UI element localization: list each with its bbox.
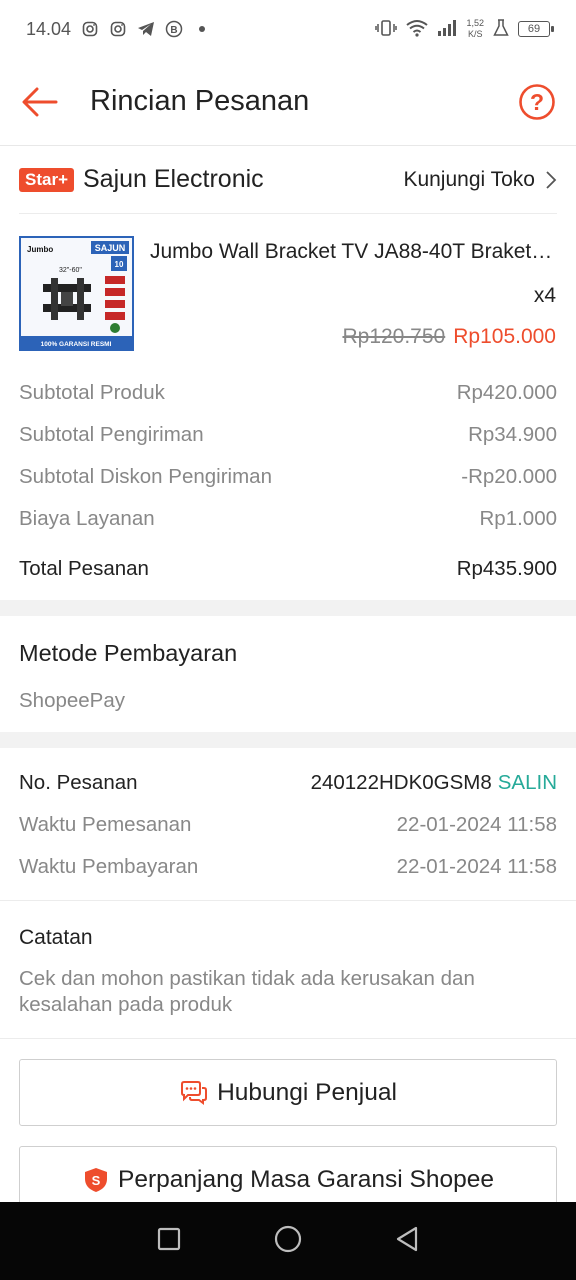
order-number-row: No. Pesanan 240122HDK0GSM8 SALIN bbox=[19, 762, 557, 804]
product-name: Jumbo Wall Bracket TV JA88-40T Braket Di… bbox=[150, 240, 556, 263]
instagram-icon bbox=[109, 20, 127, 38]
payment-method-title: Metode Pembayaran bbox=[19, 640, 238, 666]
home-button[interactable] bbox=[273, 1224, 303, 1259]
wifi-icon bbox=[406, 19, 429, 40]
summary-value: Rp1.000 bbox=[479, 507, 557, 530]
status-time: 14.04 bbox=[26, 18, 72, 39]
shop-header: Star+ Sajun Electronic Kunjungi Toko bbox=[19, 146, 557, 214]
section-separator bbox=[0, 732, 576, 748]
shop-name: Sajun Electronic bbox=[83, 165, 264, 193]
dot-icon bbox=[193, 20, 211, 38]
discounted-price: Rp105.000 bbox=[453, 325, 556, 348]
payment-method-value: ShopeePay bbox=[19, 689, 126, 712]
total-label: Total Pesanan bbox=[19, 557, 149, 580]
notes-text: Cek dan mohon pastikan tidak ada kerusak… bbox=[19, 967, 475, 1016]
chevron-right-icon bbox=[546, 170, 557, 189]
network-speed: 1,52 K/S bbox=[466, 18, 484, 40]
b-circle-icon: B bbox=[165, 20, 183, 38]
telegram-icon bbox=[137, 20, 155, 38]
summary-row: Biaya Layanan Rp1.000 bbox=[19, 498, 557, 540]
recents-button[interactable] bbox=[156, 1226, 182, 1257]
total-row: Total Pesanan Rp435.900 bbox=[19, 548, 557, 590]
system-navigation-bar bbox=[0, 1202, 576, 1280]
order-time-value: 22-01-2024 11:58 bbox=[396, 813, 557, 836]
extend-warranty-label: Perpanjang Masa Garansi Shopee bbox=[118, 1165, 494, 1193]
order-number-label: No. Pesanan bbox=[19, 771, 138, 794]
summary-row: Subtotal Produk Rp420.000 bbox=[19, 372, 557, 414]
circle-icon bbox=[274, 1225, 302, 1252]
original-price: Rp120.750 bbox=[342, 325, 446, 348]
vibrate-icon bbox=[375, 19, 398, 40]
divider bbox=[0, 900, 576, 901]
visit-shop-label: Kunjungi Toko bbox=[403, 167, 535, 191]
summary-label: Subtotal Pengiriman bbox=[19, 423, 204, 446]
copy-order-number-button[interactable]: SALIN bbox=[498, 771, 557, 794]
order-info-section: No. Pesanan 240122HDK0GSM8 SALIN Waktu Pe… bbox=[19, 762, 557, 888]
divider bbox=[0, 1038, 576, 1039]
battery-indicator: 69 bbox=[518, 21, 554, 37]
thumb-footer: 100% GARANSI RESMI bbox=[41, 341, 112, 348]
payment-method-section: Metode Pembayaran ShopeePay bbox=[19, 640, 557, 713]
summary-label: Subtotal Diskon Pengiriman bbox=[19, 465, 272, 488]
thumb-size-range: 32"-60" bbox=[59, 267, 82, 274]
product-quantity: x4 bbox=[533, 284, 556, 307]
summary-row: Subtotal Diskon Pengiriman -Rp20.000 bbox=[19, 456, 557, 498]
svg-text:?: ? bbox=[530, 89, 544, 115]
product-prices: Rp120.750 Rp105.000 bbox=[342, 325, 556, 349]
help-button[interactable]: ? bbox=[518, 83, 556, 121]
visit-shop-link[interactable]: Kunjungi Toko bbox=[403, 168, 557, 192]
total-value: Rp435.900 bbox=[456, 557, 557, 580]
question-circle-icon: ? bbox=[519, 83, 555, 120]
square-icon bbox=[157, 1227, 180, 1250]
order-number-value: 240122HDK0GSM8 bbox=[310, 771, 492, 794]
payment-time-label: Waktu Pembayaran bbox=[19, 855, 199, 878]
page-title: Rincian Pesanan bbox=[90, 85, 310, 117]
order-time-row: Waktu Pemesanan 22-01-2024 11:58 bbox=[19, 804, 557, 846]
product-thumbnail: Jumbo SAJUN 10 32"-60" 100% GARANSI RESM… bbox=[19, 236, 134, 351]
flask-icon bbox=[493, 18, 509, 40]
svg-text:S: S bbox=[92, 1173, 101, 1188]
svg-text:B: B bbox=[170, 25, 177, 36]
contact-seller-label: Hubungi Penjual bbox=[217, 1078, 397, 1106]
price-summary: Subtotal Produk Rp420.000 Subtotal Pengi… bbox=[19, 372, 557, 590]
thumb-seller: SAJUN bbox=[95, 243, 126, 253]
summary-value: Rp420.000 bbox=[456, 381, 557, 404]
summary-value: -Rp20.000 bbox=[461, 465, 557, 488]
network-speed-value: 1,52 bbox=[466, 18, 484, 28]
nav-back-button[interactable] bbox=[394, 1225, 420, 1258]
payment-time-row: Waktu Pembayaran 22-01-2024 11:58 bbox=[19, 846, 557, 888]
chat-bubbles-icon bbox=[181, 1080, 208, 1105]
thumb-brand: Jumbo bbox=[27, 245, 53, 254]
summary-label: Subtotal Produk bbox=[19, 381, 165, 404]
triangle-back-icon bbox=[397, 1226, 418, 1251]
summary-value: Rp34.900 bbox=[468, 423, 557, 446]
section-separator bbox=[0, 600, 576, 616]
back-button[interactable] bbox=[20, 82, 60, 122]
notes-title: Catatan bbox=[19, 926, 93, 949]
status-bar: 14.04 B 1,52 K/S 69 bbox=[0, 0, 576, 58]
extend-warranty-button[interactable]: S Perpanjang Masa Garansi Shopee bbox=[19, 1146, 557, 1202]
order-time-label: Waktu Pemesanan bbox=[19, 813, 192, 836]
signal-icon bbox=[437, 19, 457, 40]
instagram-icon bbox=[81, 20, 99, 38]
thumb-warranty-years: 10 bbox=[115, 260, 124, 269]
app-header: Rincian Pesanan ? bbox=[0, 58, 576, 146]
network-speed-unit: K/S bbox=[467, 29, 483, 39]
payment-time-value: 22-01-2024 11:58 bbox=[396, 855, 557, 878]
arrow-left-icon bbox=[22, 87, 58, 116]
star-plus-badge: Star+ bbox=[19, 167, 74, 192]
summary-label: Biaya Layanan bbox=[19, 507, 155, 530]
shopee-shield-icon: S bbox=[85, 1167, 108, 1192]
notes-section: Catatan Cek dan mohon pastikan tidak ada… bbox=[19, 926, 557, 1018]
summary-row: Subtotal Pengiriman Rp34.900 bbox=[19, 414, 557, 456]
order-detail-content: Star+ Sajun Electronic Kunjungi Toko Jum… bbox=[0, 146, 576, 1202]
contact-seller-button[interactable]: Hubungi Penjual bbox=[19, 1059, 557, 1126]
